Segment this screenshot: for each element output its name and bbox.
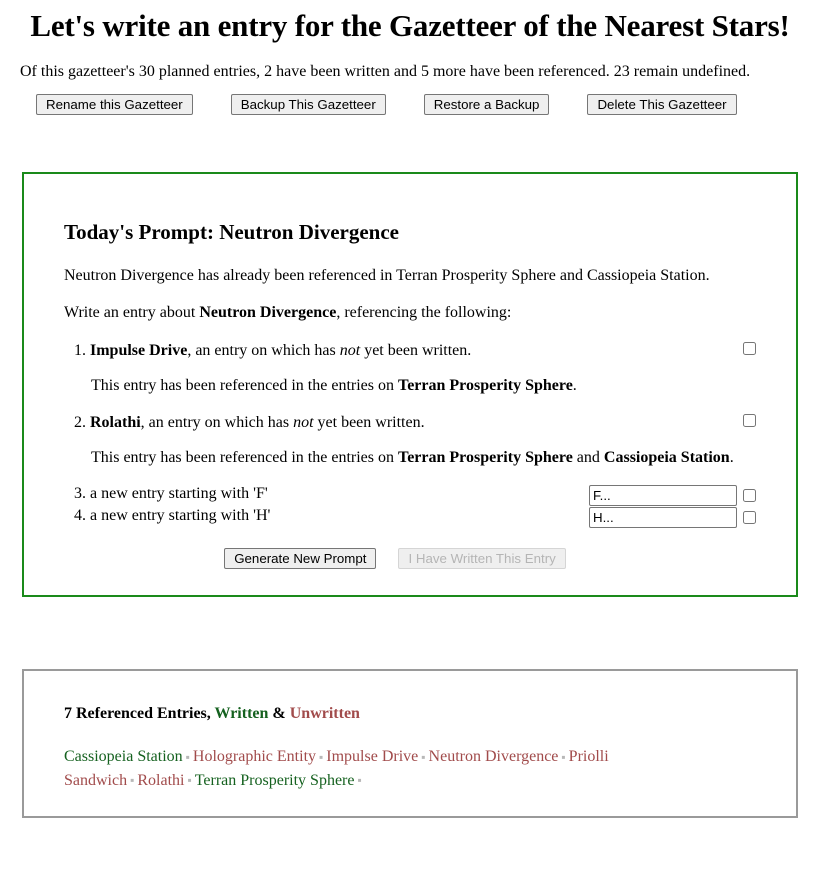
page-root: Let's write an entry for the Gazetteer o… bbox=[0, 8, 820, 818]
requirement-text: Rolathi, an entry on which has not yet b… bbox=[90, 413, 733, 434]
entry-link-holographic-entity[interactable]: Holographic Entity bbox=[193, 748, 316, 765]
restore-backup-button[interactable]: Restore a Backup bbox=[423, 94, 550, 116]
requirement-controls bbox=[589, 484, 756, 507]
delete-gazetteer-button[interactable]: Delete This Gazetteer bbox=[587, 94, 737, 116]
requirement-desc-before: , an entry on which has bbox=[140, 413, 294, 431]
entry-separator-icon: ▪ bbox=[187, 773, 192, 788]
requirement-controls bbox=[743, 341, 756, 356]
entry-separator-icon: ▪ bbox=[130, 773, 135, 788]
requirement-desc-emphasis: not bbox=[293, 413, 314, 431]
requirement-checkbox-2[interactable] bbox=[743, 413, 756, 427]
new-entry-input-f[interactable] bbox=[589, 485, 737, 507]
note-suffix: . bbox=[729, 448, 734, 466]
prompt-title: Today's Prompt: Neutron Divergence bbox=[64, 220, 400, 245]
entry-link-cassiopeia-station[interactable]: Cassiopeia Station bbox=[64, 748, 183, 765]
legend-written: Written bbox=[214, 705, 269, 723]
entry-link-neutron-divergence[interactable]: Neutron Divergence bbox=[429, 748, 559, 765]
requirement-checkbox-1[interactable] bbox=[743, 342, 756, 356]
note-prefix: This entry has been referenced in the en… bbox=[91, 448, 398, 466]
entry-separator-icon: ▪ bbox=[561, 750, 566, 765]
backup-gazetteer-button[interactable]: Backup This Gazetteer bbox=[230, 94, 386, 116]
entry-link-rolathi[interactable]: Rolathi bbox=[137, 772, 184, 789]
requirement-row: Impulse Drive, an entry on which has not… bbox=[90, 341, 756, 362]
requirement-controls bbox=[589, 506, 756, 529]
prompt-actions: Generate New Prompt I Have Written This … bbox=[64, 548, 756, 570]
requirement-text: Impulse Drive, an entry on which has not… bbox=[90, 341, 733, 362]
i-have-written-this-entry-button: I Have Written This Entry bbox=[398, 548, 566, 570]
legend-unwritten: Unwritten bbox=[289, 705, 360, 723]
instruction-prefix: Write an entry about bbox=[64, 304, 200, 322]
requirement-note-1: This entry has been referenced in the en… bbox=[90, 376, 756, 397]
todays-prompt-panel: Today's Prompt: Neutron Divergence Neutr… bbox=[22, 172, 798, 598]
requirement-item-4: a new entry starting with 'H' bbox=[90, 506, 756, 529]
requirement-desc-before: , an entry on which has bbox=[187, 342, 340, 360]
note-suffix: . bbox=[572, 377, 577, 395]
requirement-note-2: This entry has been referenced in the en… bbox=[90, 448, 756, 469]
entry-link-impulse-drive[interactable]: Impulse Drive bbox=[326, 748, 418, 765]
requirement-text: a new entry starting with 'H' bbox=[90, 507, 271, 525]
prompt-already-referenced: Neutron Divergence has already been refe… bbox=[64, 266, 710, 284]
note-ref-1: Terran Prosperity Sphere bbox=[397, 448, 573, 466]
entries-count-label: 7 Referenced Entries, bbox=[64, 705, 215, 723]
instruction-suffix: , referencing the following: bbox=[336, 304, 512, 322]
requirement-text: a new entry starting with 'F' bbox=[90, 485, 268, 503]
entry-separator-icon: ▪ bbox=[185, 750, 190, 765]
requirement-item-1: Impulse Drive, an entry on which has not… bbox=[90, 341, 756, 397]
note-ref-1: Terran Prosperity Sphere bbox=[397, 377, 573, 395]
gazetteer-summary: Of this gazetteer's 30 planned entries, … bbox=[20, 62, 751, 80]
requirement-desc-after: yet been written. bbox=[313, 413, 425, 431]
requirement-row: Rolathi, an entry on which has not yet b… bbox=[90, 413, 756, 434]
note-ref-2: Cassiopeia Station bbox=[603, 448, 730, 466]
requirements-list: Impulse Drive, an entry on which has not… bbox=[64, 341, 756, 529]
note-joiner: and bbox=[572, 448, 604, 466]
entry-separator-icon: ▪ bbox=[357, 773, 362, 788]
requirement-checkbox-4[interactable] bbox=[743, 511, 756, 525]
requirement-row: a new entry starting with 'F' bbox=[90, 484, 756, 507]
requirement-item-2: Rolathi, an entry on which has not yet b… bbox=[90, 413, 756, 469]
generate-new-prompt-button[interactable]: Generate New Prompt bbox=[224, 548, 377, 570]
requirement-desc-after: yet been written. bbox=[360, 342, 472, 360]
instruction-subject: Neutron Divergence bbox=[199, 304, 337, 322]
prompt-instruction: Write an entry about Neutron Divergence,… bbox=[64, 303, 756, 324]
requirement-item-3: a new entry starting with 'F' bbox=[90, 484, 756, 507]
referenced-entries-heading: 7 Referenced Entries, Written & Unwritte… bbox=[64, 705, 756, 723]
entry-separator-icon: ▪ bbox=[421, 750, 426, 765]
new-entry-input-h[interactable] bbox=[589, 507, 737, 529]
referenced-entries-panel: 7 Referenced Entries, Written & Unwritte… bbox=[22, 669, 798, 818]
entry-link-terran-prosperity-sphere[interactable]: Terran Prosperity Sphere bbox=[195, 772, 355, 789]
entry-separator-icon: ▪ bbox=[319, 750, 324, 765]
legend-amp: & bbox=[268, 705, 290, 723]
referenced-entries-list: Cassiopeia Station ▪ Holographic Entity ▪ Im… bbox=[64, 745, 756, 791]
requirement-row: a new entry starting with 'H' bbox=[90, 506, 756, 529]
gazetteer-actions: Rename this Gazetteer Backup This Gazett… bbox=[20, 94, 800, 116]
rename-gazetteer-button[interactable]: Rename this Gazetteer bbox=[36, 94, 193, 116]
requirement-entry-name: Impulse Drive bbox=[90, 342, 188, 360]
requirement-desc-emphasis: not bbox=[339, 342, 361, 360]
page-title: Let's write an entry for the Gazetteer o… bbox=[30, 8, 790, 43]
note-prefix: This entry has been referenced in the en… bbox=[91, 377, 398, 395]
requirement-checkbox-3[interactable] bbox=[743, 489, 756, 503]
requirement-entry-name: Rolathi bbox=[90, 413, 141, 431]
requirement-controls bbox=[743, 413, 756, 427]
